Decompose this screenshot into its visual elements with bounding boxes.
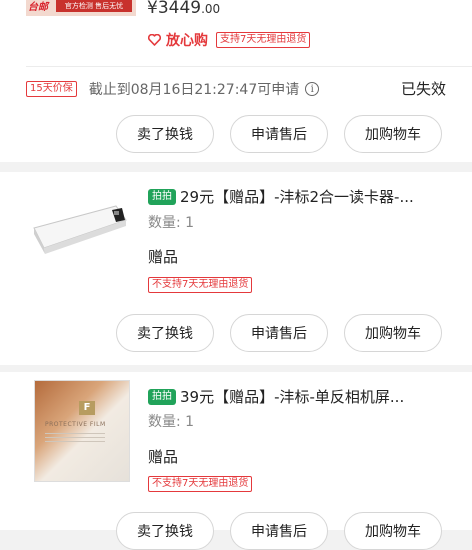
sell-button[interactable]: 卖了换钱 (116, 512, 214, 550)
item-quantity: 数量: 1 (148, 215, 195, 231)
card-reader-thumbnail[interactable] (30, 198, 128, 260)
return-policy-tag: 支持7天无理由退货 (216, 32, 311, 48)
card-reader-image (33, 205, 127, 254)
item-type-label: 赠品 (148, 448, 179, 466)
action-buttons-row: 卖了换钱 申请售后 加购物车 (116, 115, 442, 153)
item-quantity: 数量: 1 (148, 414, 195, 430)
after-sale-button[interactable]: 申请售后 (230, 314, 328, 352)
after-sale-button[interactable]: 申请售后 (230, 512, 328, 550)
action-buttons-row: 卖了换钱 申请售后 加购物车 (116, 314, 442, 352)
price-protection-status: 已失效 (400, 80, 446, 98)
action-buttons-row: 卖了换钱 申请售后 加购物车 (116, 512, 442, 550)
price-cents: .00 (201, 2, 221, 16)
item-title-row[interactable]: 拍拍 29元【赠品】-沣标2合一读卡器-... (148, 186, 448, 207)
sell-button[interactable]: 卖了换钱 (116, 314, 214, 352)
price-main: ¥3449 (147, 0, 202, 18)
no-return-tag: 不支持7天无理由退货 (148, 476, 253, 492)
protective-film-text: PROTECTIVE FILM (45, 421, 106, 428)
pinpin-badge: 拍拍 (148, 188, 176, 205)
item-title[interactable]: 39元【赠品】-沣标-单反相机屏... (180, 386, 404, 407)
product-thumbnail-top[interactable]: 台邮 官方检测 售后无忧 (26, 0, 136, 16)
item-title-row[interactable]: 拍拍 39元【赠品】-沣标-单反相机屏... (148, 386, 448, 407)
no-return-tag: 不支持7天无理由退货 (148, 277, 253, 293)
fangxingou-label: 放心购 (166, 33, 208, 49)
product-price: ¥3449.00 (147, 0, 220, 18)
thumb-brand: 台邮 (28, 2, 48, 13)
pinpin-badge: 拍拍 (148, 388, 176, 405)
add-cart-button[interactable]: 加购物车 (344, 512, 442, 550)
info-icon[interactable]: i (305, 82, 320, 96)
item-type-label: 赠品 (148, 248, 179, 266)
add-cart-button[interactable]: 加购物车 (344, 115, 442, 153)
divider (26, 66, 472, 67)
add-cart-button[interactable]: 加购物车 (344, 314, 442, 352)
fangxingou-row: 放心购 支持7天无理由退货 (148, 30, 311, 50)
price-protection-badge: 15天价保 (26, 81, 77, 97)
thumb-badge: 官方检测 售后无忧 (56, 0, 132, 12)
heart-icon (148, 34, 161, 46)
thumbnail-text-lines (45, 433, 105, 445)
sell-button[interactable]: 卖了换钱 (116, 115, 214, 153)
price-protection-row: 15天价保 截止到08月16日21:27:47可申请 i 已失效 (26, 78, 446, 100)
price-protection-deadline: 截止到08月16日21:27:47可申请 (88, 82, 300, 98)
screen-protector-thumbnail[interactable]: F PROTECTIVE FILM (34, 380, 130, 482)
brand-logo: F (79, 401, 95, 415)
after-sale-button[interactable]: 申请售后 (230, 115, 328, 153)
item-title[interactable]: 29元【赠品】-沣标2合一读卡器-... (180, 186, 414, 207)
